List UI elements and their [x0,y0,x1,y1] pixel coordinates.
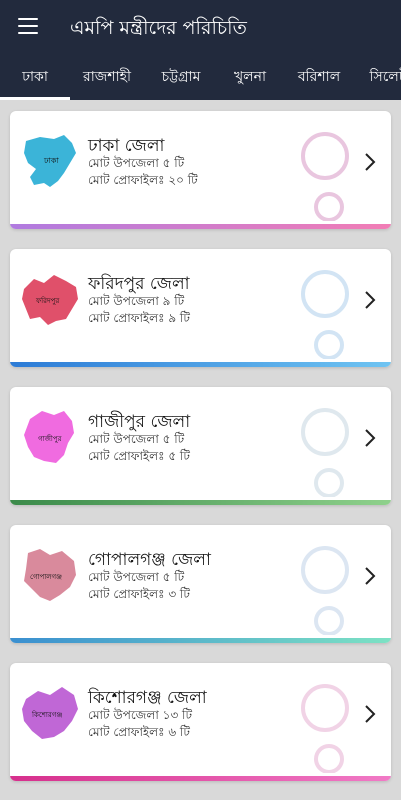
district-card-kishoreganj[interactable]: কিশোরগঞ্জ কিশোরগঞ্জ জেলা মোট উপজেলা ১৩ ট… [10,663,391,781]
tab-dhaka[interactable]: ঢাকা [0,56,70,100]
district-card-gopalganj[interactable]: গোপালগঞ্জ গোপালগঞ্জ জেলা মোট উপজেলা ৫ টি… [10,525,391,643]
map-label: গাজীপুর [38,434,62,443]
app-bar: এমপি মন্ত্রীদের পরিচিতি [0,0,401,56]
decorative-circles-icon [301,684,349,773]
decorative-circles-icon [301,408,349,497]
card-accent-bar [10,776,391,781]
menu-icon[interactable] [18,18,38,34]
faridpur-map-icon: ফরিদপুর [22,275,78,325]
map-label: কিশোরগঞ্জ [31,711,62,719]
profile-count: মোট প্রোফাইলঃ ৫ টি [88,449,190,463]
chevron-right-icon[interactable] [363,703,377,725]
kishoreganj-map-icon: কিশোরগঞ্জ [22,687,78,739]
decorative-circles-icon [301,270,349,359]
gazipur-map-icon: গাজীপুর [24,411,74,463]
chevron-right-icon[interactable] [363,565,377,587]
profile-count: মোট প্রোফাইলঃ ৯ টি [88,311,190,325]
chevron-right-icon[interactable] [363,289,377,311]
profile-count: মোট প্রোফাইলঃ ২০ টি [88,173,198,187]
district-card-dhaka[interactable]: ঢাকা ঢাকা জেলা মোট উপজেলা ৫ টি মোট প্রোফ… [10,111,391,229]
division-tabs: ঢাকা রাজশাহী চট্টগ্রাম খুলনা বরিশাল সিলে… [0,56,401,100]
district-card-gazipur[interactable]: গাজীপুর গাজীপুর জেলা মোট উপজেলা ৫ টি মোট… [10,387,391,505]
map-label: ফরিদপুর [35,297,59,305]
card-accent-bar [10,500,391,505]
tab-rajshahi[interactable]: রাজশাহী [70,56,144,100]
gopalganj-map-icon: গোপালগঞ্জ [24,549,76,601]
app-title: এমপি মন্ত্রীদের পরিচিতি [70,17,247,39]
profile-count: মোট প্রোফাইলঃ ৩ টি [88,587,190,601]
card-accent-bar [10,638,391,643]
map-label: ঢাকা [43,156,59,165]
tab-khulna[interactable]: খুলনা [218,56,282,100]
card-accent-bar [10,362,391,367]
profile-count: মোট প্রোফাইলঃ ৬ টি [88,725,190,739]
tab-chattogram[interactable]: চট্টগ্রাম [144,56,218,100]
decorative-circles-icon [301,546,349,635]
tab-sylhet[interactable]: সিলেট [356,56,401,100]
decorative-circles-icon [301,132,349,221]
map-label: গোপালগঞ্জ [30,573,62,581]
tab-barishal[interactable]: বরিশাল [282,56,356,100]
dhaka-map-icon: ঢাকা [24,135,76,187]
chevron-right-icon[interactable] [363,427,377,449]
chevron-right-icon[interactable] [363,151,377,173]
district-card-faridpur[interactable]: ফরিদপুর ফরিদপুর জেলা মোট উপজেলা ৯ টি মোট… [10,249,391,367]
card-accent-bar [10,224,391,229]
